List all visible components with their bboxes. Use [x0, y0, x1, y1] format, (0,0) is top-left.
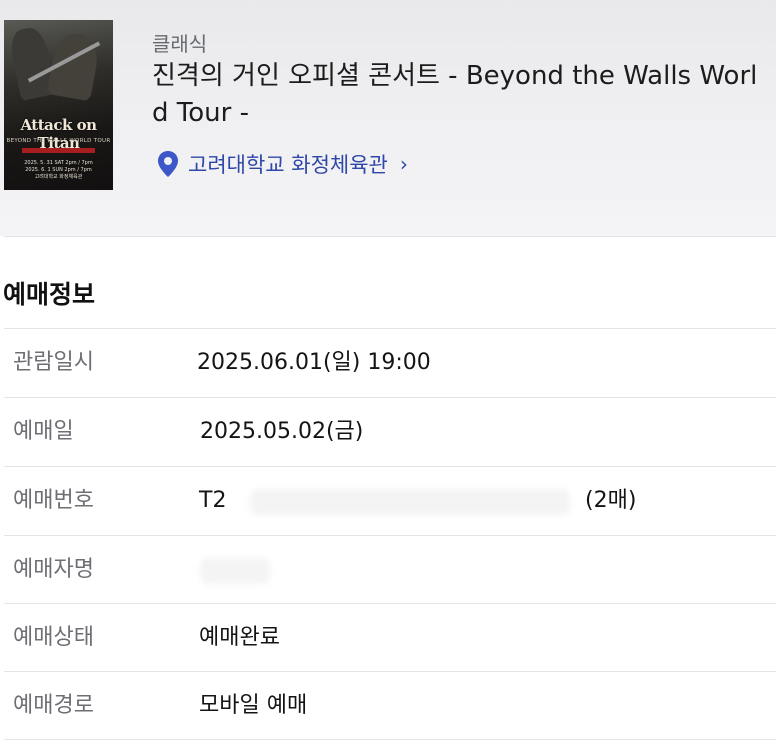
- booking-row-status: 예매상태 예매완료: [0, 604, 776, 672]
- event-title-line: 진격의 거인 오피셜 콘서트 - Beyond the Walls Worl: [152, 61, 758, 91]
- row-value: T2: [199, 488, 227, 513]
- booking-row-number: 예매번호 T2 (2매): [0, 467, 776, 535]
- row-value: 2025.06.01(일) 19:00: [197, 350, 431, 375]
- event-title-line: d Tour -: [152, 98, 249, 128]
- row-value: 예매완료: [199, 625, 280, 650]
- event-poster[interactable]: Attack on Titan BEYOND THE WALLS WORLD T…: [4, 20, 113, 190]
- poster-banner: [22, 148, 95, 153]
- row-label: 예매경로: [13, 693, 94, 718]
- row-label: 예매상태: [13, 625, 94, 650]
- poster-date-line: 2025. 6. 1 SUN 2pm / 7pm: [25, 167, 92, 173]
- booking-row-channel: 예매경로 모바일 예매: [0, 672, 776, 740]
- booking-row-booked-date: 예매일 2025.05.02(금): [0, 398, 776, 466]
- divider: [4, 739, 776, 740]
- booking-row-name: 예매자명: [0, 536, 776, 604]
- poster-subtitle: BEYOND THE WALLS WORLD TOUR: [6, 138, 111, 144]
- row-label: 예매번호: [13, 488, 94, 513]
- event-title: 진격의 거인 오피셜 콘서트 - Beyond the Walls Worl d…: [152, 58, 776, 132]
- row-value: 모바일 예매: [199, 693, 308, 718]
- poster-venue-line: 고려대학교 화정체육관: [34, 174, 83, 180]
- section-title: 예매정보: [3, 280, 96, 309]
- venue-link[interactable]: 고려대학교 화정체육관 ›: [157, 149, 408, 179]
- ticket-count: (2매): [585, 488, 637, 513]
- event-category: 클래식: [152, 32, 208, 56]
- redacted-area: [250, 489, 570, 515]
- poster-date-line: 2025. 5. 31 SAT 2pm / 7pm: [24, 160, 93, 166]
- row-label: 관람일시: [13, 350, 94, 375]
- row-label: 예매자명: [13, 557, 94, 582]
- row-value: 2025.05.02(금): [200, 419, 364, 444]
- venue-name: 고려대학교 화정체육관: [188, 153, 388, 177]
- redacted-area: [200, 558, 270, 584]
- row-label: 예매일: [13, 419, 74, 444]
- map-pin-icon: [158, 151, 178, 177]
- booking-row-date: 관람일시 2025.06.01(일) 19:00: [0, 329, 776, 397]
- poster-title: Attack on Titan: [20, 116, 97, 152]
- divider: [4, 236, 776, 237]
- chevron-right-icon: ›: [399, 152, 408, 176]
- event-header: Attack on Titan BEYOND THE WALLS WORLD T…: [0, 0, 776, 236]
- poster-dates: 2025. 5. 31 SAT 2pm / 7pm 2025. 6. 1 SUN…: [4, 160, 113, 181]
